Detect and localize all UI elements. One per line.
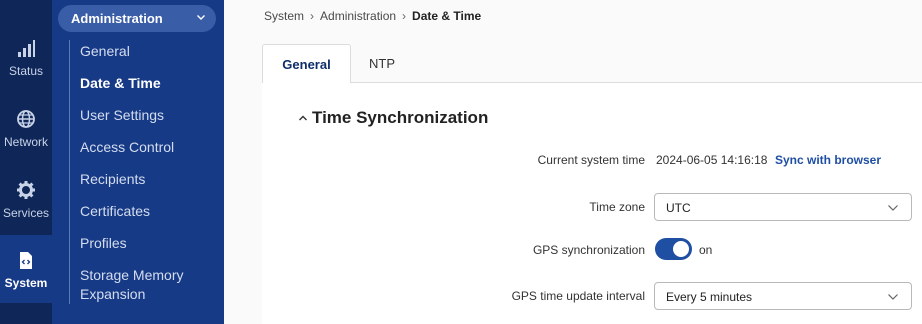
- section-header-label: Administration: [71, 11, 163, 26]
- rail-label: Network: [3, 135, 48, 149]
- rail-item-network[interactable]: Network: [0, 109, 52, 149]
- menu-item-general[interactable]: General: [80, 42, 130, 61]
- settings-panel: Time Synchronization Current system time…: [262, 83, 922, 324]
- section-title-text: Time Synchronization: [312, 108, 489, 127]
- current-time-label: Current system time: [537, 153, 645, 167]
- gps-sync-toggle[interactable]: [655, 238, 692, 260]
- menu-divider: [69, 40, 70, 304]
- rail-item-status[interactable]: Status: [0, 38, 52, 78]
- menu-item-storage-memory[interactable]: Storage Memory: [80, 266, 183, 285]
- time-zone-value: UTC: [666, 201, 691, 215]
- tab-ntp[interactable]: NTP: [351, 44, 413, 83]
- toggle-knob: [673, 241, 689, 257]
- tab-bar: General NTP: [262, 44, 922, 84]
- sync-with-browser-link[interactable]: Sync with browser: [775, 153, 881, 167]
- menu-item-certificates[interactable]: Certificates: [80, 202, 150, 221]
- chevron-down-icon: [197, 15, 205, 20]
- tab-general[interactable]: General: [262, 44, 351, 84]
- time-zone-label: Time zone: [589, 200, 645, 214]
- system-file-icon: [20, 252, 32, 269]
- chevron-right-icon: ›: [402, 9, 407, 23]
- breadcrumb: System › Administration › Date & Time: [264, 9, 481, 23]
- menu-item-date-time[interactable]: Date & Time: [80, 74, 161, 93]
- breadcrumb-current: Date & Time: [412, 9, 482, 23]
- menu-item-recipients[interactable]: Recipients: [80, 170, 145, 189]
- main-content: System › Administration › Date & Time Genera…: [224, 0, 922, 324]
- chevron-right-icon: ›: [310, 9, 315, 23]
- signal-bars-icon: [18, 40, 35, 57]
- rail-item-services[interactable]: Services: [0, 180, 52, 220]
- breadcrumb-item[interactable]: Administration: [320, 9, 396, 23]
- gear-icon: [17, 181, 35, 199]
- breadcrumb-item[interactable]: System: [264, 9, 304, 23]
- section-header-administration[interactable]: Administration: [58, 5, 216, 32]
- rail-label: System: [4, 276, 48, 290]
- menu-item-expansion[interactable]: Expansion: [80, 285, 145, 304]
- chevron-down-icon: [888, 294, 898, 300]
- submenu: Administration General Date & Time User …: [52, 0, 224, 324]
- globe-icon: [17, 110, 35, 128]
- time-zone-select[interactable]: UTC: [654, 193, 912, 221]
- menu-item-profiles[interactable]: Profiles: [80, 234, 127, 253]
- rail-label: Services: [2, 206, 49, 220]
- gps-interval-select[interactable]: Every 5 minutes: [654, 282, 912, 310]
- icon-rail: Status Network Services System: [0, 0, 52, 324]
- chevron-down-icon: [888, 205, 898, 211]
- gps-sync-state: on: [699, 243, 713, 257]
- gps-interval-value: Every 5 minutes: [666, 290, 753, 304]
- menu-item-access-control[interactable]: Access Control: [80, 138, 174, 157]
- gps-interval-label: GPS time update interval: [511, 289, 645, 303]
- menu-item-user-settings[interactable]: User Settings: [80, 106, 164, 125]
- gps-sync-label: GPS synchronization: [532, 243, 645, 257]
- rail-label: Status: [8, 64, 44, 78]
- current-time-value: 2024-06-05 14:16:18: [656, 153, 768, 167]
- section-title[interactable]: Time Synchronization: [296, 108, 488, 128]
- rail-item-system[interactable]: System: [0, 235, 52, 303]
